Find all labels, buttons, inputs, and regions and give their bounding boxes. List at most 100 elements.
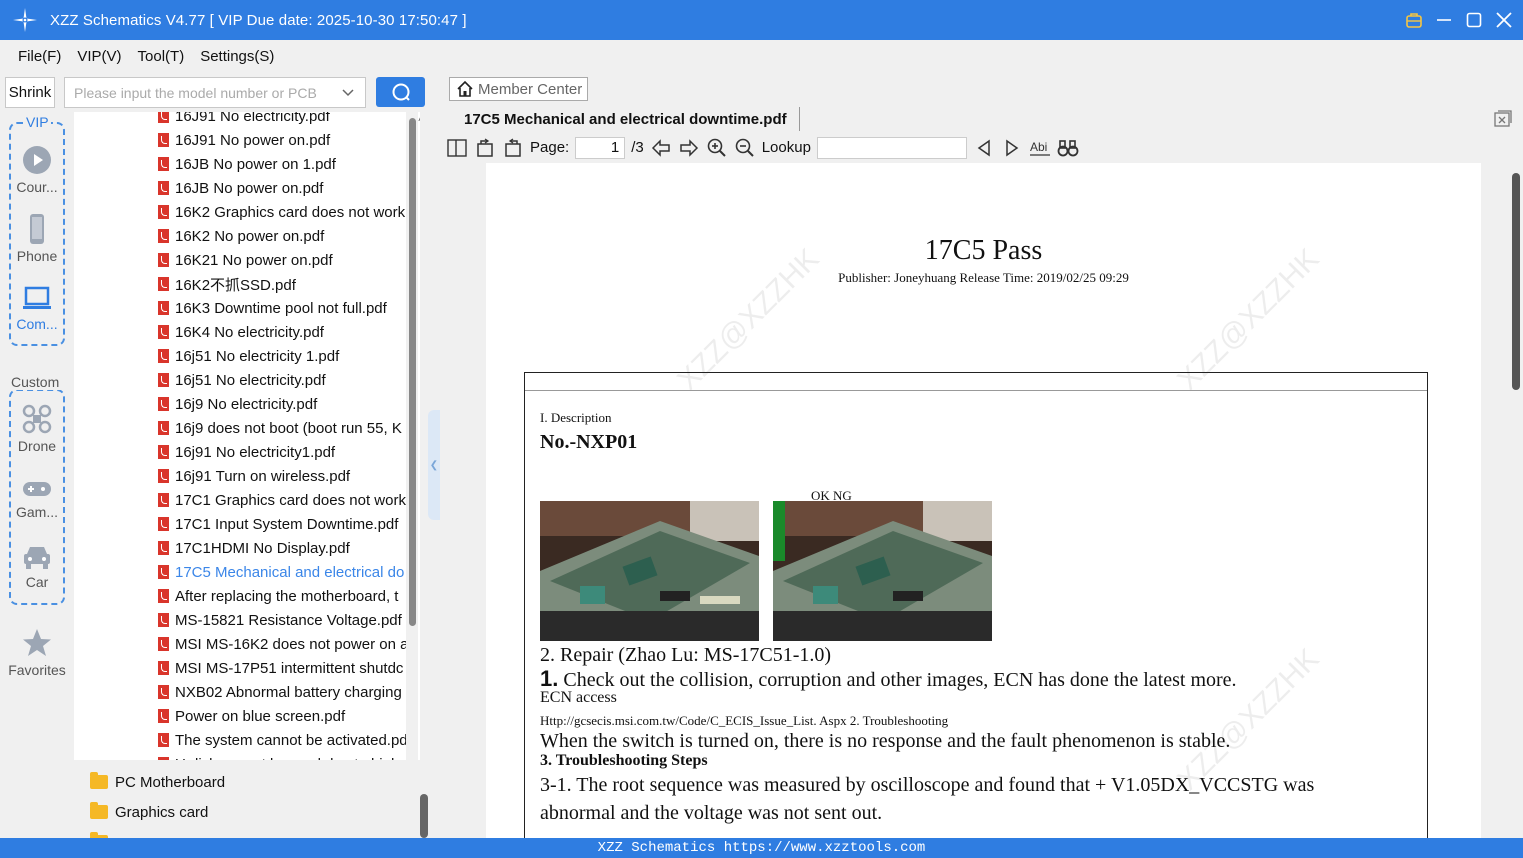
category-game[interactable]: Gam...: [0, 478, 74, 520]
tree-file-label: 16j51 No electricity.pdf: [175, 371, 326, 389]
shrink-button[interactable]: Shrink: [5, 77, 55, 108]
category-car[interactable]: Car: [0, 544, 74, 590]
menu-settings[interactable]: Settings(S): [200, 48, 274, 65]
tree-file-item[interactable]: 16K2不抓SSD.pdf: [158, 272, 408, 296]
tree-file-item[interactable]: 17C1HDMI No Display.pdf: [158, 536, 408, 560]
tree-file-item[interactable]: 16JB No power on.pdf: [158, 176, 408, 200]
close-tab-icon[interactable]: [1494, 110, 1512, 128]
tree-file-item[interactable]: U disk cannot be read due to high: [158, 752, 408, 760]
panel-splitter[interactable]: ❮: [428, 410, 440, 520]
tree-file-item[interactable]: The system cannot be activated.pd: [158, 728, 408, 752]
pdf-file-icon: [158, 181, 169, 195]
menu-tool[interactable]: Tool(T): [138, 48, 185, 65]
chevron-down-icon[interactable]: [341, 85, 355, 99]
tree-file-label: MSI MS-16K2 does not power on a: [175, 635, 408, 653]
prev-page-icon[interactable]: [650, 137, 672, 159]
folder-pc-motherboard[interactable]: PC Motherboard: [90, 770, 225, 794]
tree-file-item[interactable]: 16j51 No electricity.pdf: [158, 368, 408, 392]
tree-file-item[interactable]: After replacing the motherboard, t: [158, 584, 408, 608]
root-text-2: abnormal and the voltage was not sent ou…: [540, 802, 883, 824]
tree-scrollbar-thumb[interactable]: [409, 118, 416, 626]
tree-file-item[interactable]: 16K3 Downtime pool not full.pdf: [158, 296, 408, 320]
close-icon[interactable]: [1495, 11, 1513, 29]
tree-file-item[interactable]: 16j9 No electricity.pdf: [158, 392, 408, 416]
pdf-file-icon: [158, 112, 169, 123]
category-drone-label: Drone: [17, 438, 57, 454]
find-all-icon[interactable]: [1057, 137, 1079, 159]
tree-file-label: 16K2 No power on.pdf: [175, 227, 325, 245]
tree-scrollbar[interactable]: [406, 112, 418, 762]
vip-bag-icon[interactable]: [1405, 11, 1423, 29]
tree-file-item[interactable]: 16K21 No power on.pdf: [158, 248, 408, 272]
check-text: Check out the collision, corruption and …: [558, 669, 1237, 691]
tree-file-item[interactable]: 17C1 Graphics card does not work.: [158, 488, 408, 512]
tree-file-item[interactable]: 16K4 No electricity.pdf: [158, 320, 408, 344]
pdf-file-icon: [158, 541, 169, 555]
tree-file-item[interactable]: 17C5 Mechanical and electrical do: [158, 560, 408, 584]
menu-file[interactable]: File(F): [18, 48, 61, 65]
search-button[interactable]: [376, 77, 425, 107]
folder-label: Graphics card: [115, 803, 209, 821]
document-tab[interactable]: 17C5 Mechanical and electrical downtime.…: [452, 107, 800, 131]
category-courses[interactable]: Cour...: [0, 145, 74, 195]
viewer-scrollbar-thumb[interactable]: [1512, 173, 1520, 390]
rotate-left-icon[interactable]: [474, 137, 496, 159]
tree-file-item[interactable]: Power on blue screen.pdf: [158, 704, 408, 728]
pdf-file-icon: [158, 325, 169, 339]
lookup-input[interactable]: [816, 136, 967, 159]
tree-file-item[interactable]: 16j9 does not boot (boot run 55, K: [158, 416, 408, 440]
tree-file-item[interactable]: 17C1 Input System Downtime.pdf: [158, 512, 408, 536]
page-number-input[interactable]: 1: [575, 136, 626, 159]
find-prev-icon[interactable]: [973, 137, 995, 159]
scroll-up-icon[interactable]: ˄: [418, 114, 420, 125]
tree-file-item[interactable]: MSI MS-16K2 does not power on a: [158, 632, 408, 656]
maximize-icon[interactable]: [1465, 11, 1483, 29]
tree-file-item[interactable]: 16J91 No power on.pdf: [158, 128, 408, 152]
category-rail: VIP Cour... Phone Com... Custom Drone Ga…: [0, 112, 74, 838]
folder-graphics-card[interactable]: Graphics card: [90, 800, 208, 824]
pdf-file-icon: [158, 661, 169, 675]
category-favorites-label: Favorites: [8, 662, 66, 678]
pdf-viewer[interactable]: XZZ@XZZHK XZZ@XZZHK XZZ@XZZHK 17C5 Pass …: [446, 163, 1509, 838]
find-next-icon[interactable]: [1001, 137, 1023, 159]
rotate-right-icon[interactable]: [502, 137, 524, 159]
sidebar-toggle-icon[interactable]: [446, 137, 468, 159]
tree-file-item[interactable]: NXB02 Abnormal battery charging: [158, 680, 408, 704]
car-icon: [24, 547, 50, 569]
tree-file-item[interactable]: 16j91 Turn on wireless.pdf: [158, 464, 408, 488]
tree-file-item[interactable]: 16j91 No electricity1.pdf: [158, 440, 408, 464]
tree-file-item[interactable]: MSI MS-17P51 intermittent shutdc: [158, 656, 408, 680]
member-center-label: Member Center: [478, 80, 583, 98]
pdf-file-icon: [158, 253, 169, 267]
pdf-file-icon: [158, 517, 169, 531]
drone-icon: [22, 404, 52, 434]
menu-vip[interactable]: VIP(V): [77, 48, 121, 65]
category-drone[interactable]: Drone: [0, 404, 74, 454]
category-computer[interactable]: Com...: [0, 286, 74, 332]
category-favorites[interactable]: Favorites: [0, 628, 74, 678]
tree-file-label: NXB02 Abnormal battery charging: [175, 683, 402, 701]
steps-heading: 3. Troubleshooting Steps: [540, 752, 708, 769]
viewer-scrollbar[interactable]: [1510, 163, 1523, 838]
tree-file-item[interactable]: 16J91 No electricity.pdf: [158, 112, 408, 128]
folder-list: PC Motherboard Graphics card: [74, 768, 428, 849]
tree-file-item[interactable]: 16JB No power on 1.pdf: [158, 152, 408, 176]
member-center-button[interactable]: Member Center: [449, 77, 588, 101]
zoom-in-icon[interactable]: [706, 137, 728, 159]
symptom-text: When the switch is turned on, there is n…: [540, 730, 1231, 752]
folder-scrollbar-thumb[interactable]: [420, 794, 428, 838]
tree-file-item[interactable]: 16K2 No power on.pdf: [158, 224, 408, 248]
lookup-label: Lookup: [761, 139, 811, 156]
tree-file-item[interactable]: 16j51 No electricity 1.pdf: [158, 344, 408, 368]
match-case-icon[interactable]: Abi: [1029, 137, 1051, 159]
pdf-file-icon: [158, 685, 169, 699]
model-search-input[interactable]: Please input the model number or PCB: [64, 77, 366, 108]
minimize-icon[interactable]: [1435, 11, 1453, 29]
zoom-out-icon[interactable]: [734, 137, 756, 159]
pdf-file-icon: [158, 205, 169, 219]
tree-file-item[interactable]: 16K2 Graphics card does not work.: [158, 200, 408, 224]
next-page-icon[interactable]: [678, 137, 700, 159]
tree-file-item[interactable]: MS-15821 Resistance Voltage.pdf: [158, 608, 408, 632]
category-phone[interactable]: Phone: [0, 214, 74, 264]
custom-group-label: Custom: [9, 374, 62, 390]
